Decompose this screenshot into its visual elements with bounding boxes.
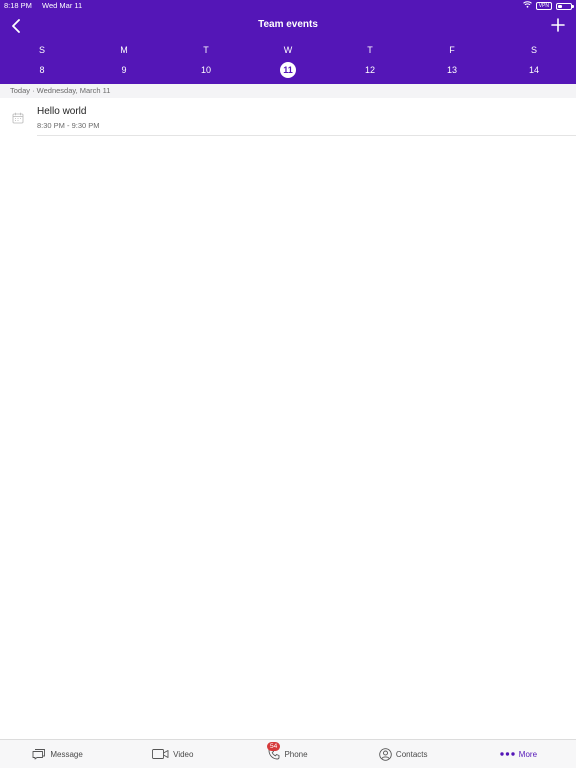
screen: 8:18 PM Wed Mar 11 VPN Team events S M T… <box>0 0 576 768</box>
tab-label: Video <box>173 749 194 759</box>
weekday-label: F <box>449 45 455 55</box>
weekday-label: S <box>530 45 537 55</box>
weekday-labels: S M T W T F S <box>1 45 575 57</box>
date-cell-9[interactable]: 9 <box>83 62 165 78</box>
date-number: 14 <box>528 65 539 75</box>
date-cell-14[interactable]: 14 <box>493 62 575 78</box>
weekday-label: S <box>38 45 45 55</box>
status-left: 8:18 PM Wed Mar 11 <box>4 0 90 12</box>
section-header: Today · Wednesday, March 11 <box>0 84 576 98</box>
status-date: Wed Mar 11 <box>42 1 83 10</box>
add-event-button[interactable] <box>548 15 568 35</box>
date-cell-10[interactable]: 10 <box>165 62 247 78</box>
phone-badge: 54 <box>267 742 281 751</box>
status-time: 8:18 PM <box>4 1 32 10</box>
event-time: 8:30 PM - 9:30 PM <box>37 121 100 130</box>
header: 8:18 PM Wed Mar 11 VPN Team events S M T… <box>0 0 576 84</box>
tab-label: More <box>518 749 538 759</box>
status-bar: 8:18 PM Wed Mar 11 VPN <box>0 0 576 12</box>
date-cell-13[interactable]: 13 <box>411 62 493 78</box>
weekday-label: W <box>283 45 293 55</box>
selected-date: 11 <box>280 62 296 78</box>
tab-phone[interactable]: 54 Phone <box>230 740 345 768</box>
date-number: 10 <box>200 65 211 75</box>
date-cell-8[interactable]: 8 <box>1 62 83 78</box>
date-number: 12 <box>364 65 375 75</box>
tab-bar: Message Video 54 Phone Contacts More <box>0 739 576 768</box>
weekday-label: T <box>203 45 209 55</box>
tab-label: Message <box>50 749 83 759</box>
battery-icon <box>556 2 574 10</box>
vpn-badge: VPN <box>535 2 552 10</box>
calendar-icon <box>12 111 24 124</box>
date-number: 8 <box>39 65 45 75</box>
week-dates: 8 9 10 11 12 13 14 <box>1 62 575 78</box>
status-right: VPN <box>519 0 574 12</box>
tab-more[interactable]: More <box>461 740 576 768</box>
tab-contacts[interactable]: Contacts <box>346 740 461 768</box>
date-number: 13 <box>446 65 457 75</box>
more-icon <box>500 752 515 756</box>
video-icon <box>152 749 169 759</box>
weekday-label: T <box>367 45 373 55</box>
divider <box>37 135 576 136</box>
weekday-label: M <box>120 45 128 55</box>
event-title: Hello world <box>37 106 87 117</box>
tab-label: Phone <box>284 749 308 759</box>
date-number: 9 <box>121 65 127 75</box>
tab-message[interactable]: Message <box>0 740 115 768</box>
page-title: Team events <box>258 19 318 30</box>
date-cell-11[interactable]: 11 <box>247 62 329 78</box>
wifi-icon <box>522 0 532 12</box>
message-icon <box>32 748 46 760</box>
contacts-icon <box>379 747 392 761</box>
tab-video[interactable]: Video <box>115 740 230 768</box>
date-cell-12[interactable]: 12 <box>329 62 411 78</box>
event-row[interactable]: Hello world 8:30 PM - 9:30 PM <box>0 99 576 136</box>
plus-icon <box>551 18 565 32</box>
tab-label: Contacts <box>395 749 428 759</box>
